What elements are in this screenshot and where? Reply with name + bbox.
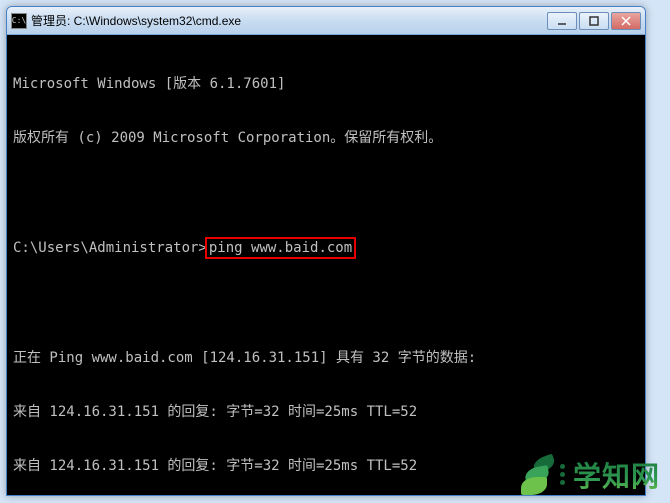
- window-controls: [545, 12, 641, 30]
- leaf-logo-icon: [519, 453, 567, 497]
- version-line: Microsoft Windows [版本 6.1.7601]: [13, 75, 639, 93]
- terminal-area[interactable]: Microsoft Windows [版本 6.1.7601] 版权所有 (c)…: [7, 35, 645, 495]
- copyright-line: 版权所有 (c) 2009 Microsoft Corporation。保留所有…: [13, 129, 639, 147]
- ping-reply-line: 来自 124.16.31.151 的回复: 字节=32 时间=25ms TTL=…: [13, 403, 639, 421]
- window-title: 管理员: C:\Windows\system32\cmd.exe: [31, 12, 545, 29]
- prompt-prefix: C:\Users\Administrator>: [13, 240, 207, 256]
- cmd-icon: C:\: [11, 13, 27, 29]
- watermark: 学知网: [519, 453, 660, 497]
- maximize-icon: [589, 16, 599, 26]
- cmd-window: C:\ 管理员: C:\Windows\system32\cmd.exe Mic…: [6, 6, 646, 496]
- blank-line: [13, 295, 639, 313]
- titlebar[interactable]: C:\ 管理员: C:\Windows\system32\cmd.exe: [7, 7, 645, 35]
- minimize-icon: [557, 16, 567, 26]
- ping-start-line: 正在 Ping www.baid.com [124.16.31.151] 具有 …: [13, 349, 639, 367]
- minimize-button[interactable]: [547, 12, 577, 30]
- close-icon: [621, 16, 631, 26]
- close-button[interactable]: [611, 12, 641, 30]
- prompt-line-1: C:\Users\Administrator>ping www.baid.com: [13, 237, 639, 259]
- watermark-text: 学知网: [573, 455, 660, 495]
- command-highlight: ping www.baid.com: [205, 237, 356, 259]
- maximize-button[interactable]: [579, 12, 609, 30]
- blank-line: [13, 183, 639, 201]
